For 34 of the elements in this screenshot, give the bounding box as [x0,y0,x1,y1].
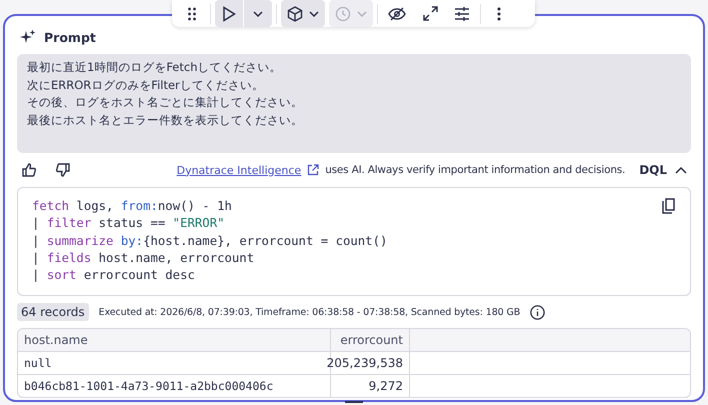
copy-icon[interactable] [662,198,676,216]
clock-icon [335,6,351,22]
code-line: | sort errorcount desc [32,267,195,284]
table-cell: b046cb81-1001-4a73-9011-a2bbc000406c [18,375,331,397]
execution-info: Executed at: 2026/6/8, 07:39:03, Timeframe: 06:38:58 - 07:38:58, Scanned bytes: 180 GB [98,306,520,318]
records-badge: 64 records [17,303,89,321]
expand-icon [422,6,438,21]
column-header[interactable]: errorcount [331,329,410,351]
intelligence-link[interactable]: Dynatrace Intelligence [176,164,302,176]
prompt-title: Prompt [44,30,96,44]
resize-handle[interactable] [345,401,363,403]
table-cell: 9,272 [331,375,410,397]
prompt-text: 最初に直近1時間のログをFetchしてください。 次にERRORログのみをFilterしてください。 その後、ログをホスト名ごとに集計してください。 最後にホスト名とエラー件数を表示してください。 [17,54,691,153]
ai-disclaimer: uses AI. Always verify important information and decisions. [325,164,626,176]
chevron-down-icon [357,10,367,16]
info-icon[interactable] [530,304,546,320]
code-line: | fields host.name, errorcount [32,250,254,267]
column-header[interactable]: host.name [18,329,331,351]
chevron-down-icon [253,10,263,16]
more-icon [497,6,501,20]
code-line: | filter status == "ERROR" [32,215,224,232]
code-line: fetch logs, from:now() - 1h [32,198,232,215]
sliders-icon [454,6,470,20]
run-button[interactable] [215,0,243,27]
external-link-icon [307,164,320,176]
sparkle-icon [20,29,36,45]
code-line: | summarize by:{host.name}, errorcount = count() [32,232,388,250]
dql-toggle[interactable]: DQL [635,161,691,179]
chevron-down-icon [309,10,319,16]
eye-off-icon [388,6,406,20]
cube-icon [287,6,303,22]
caret-icon [675,166,687,174]
play-icon [222,6,236,22]
cube-button[interactable] [281,0,325,27]
